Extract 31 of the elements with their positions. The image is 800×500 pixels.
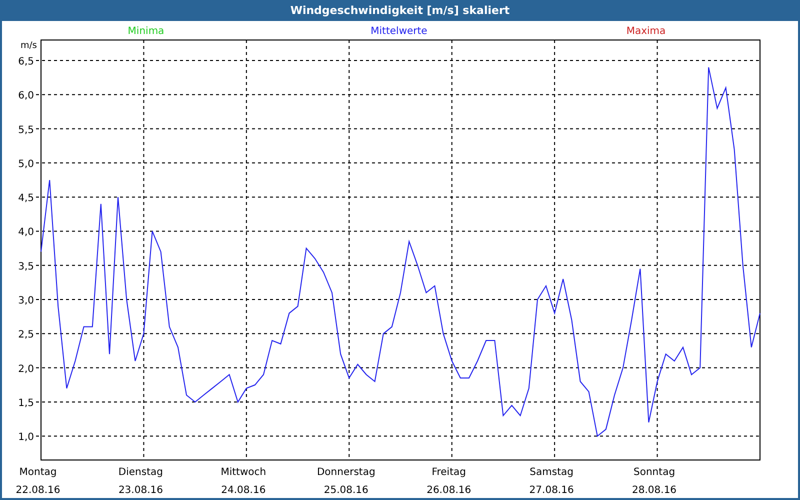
y-tick-label: 6,5 (18, 56, 34, 68)
day-label: Dienstag (118, 467, 163, 478)
day-label: Freitag (432, 467, 466, 478)
legend-label: Minima (128, 26, 164, 37)
date-label: 22.08.16 (16, 485, 60, 496)
date-label: 27.08.16 (529, 485, 574, 496)
legend-label: Mittelwerte (370, 26, 428, 37)
y-tick-label: 3,0 (18, 296, 34, 306)
window-title: Windgeschwindigkeit [m/s] skaliert (289, 3, 511, 20)
y-tick-label: 4,0 (18, 227, 34, 238)
y-tick-label: 4,5 (18, 193, 34, 204)
y-tick-label: 2,5 (18, 330, 34, 341)
day-label: Mittwoch (220, 467, 266, 478)
y-axis-unit: m/s (20, 41, 37, 51)
day-label: Donnerstag (316, 467, 376, 478)
date-label: 23.08.16 (118, 485, 163, 496)
date-label: 28.08.16 (632, 485, 677, 496)
y-tick-label: 6,0 (18, 90, 34, 102)
day-label: Sonntag (634, 467, 676, 478)
y-tick-label: 1,0 (18, 432, 34, 444)
day-label: Samstag (530, 467, 574, 478)
y-tick-label: 5,0 (18, 158, 34, 170)
y-tick-label: 1,5 (18, 398, 34, 409)
y-tick-label: 2,0 (18, 364, 34, 375)
y-tick-label: 3,5 (18, 261, 34, 272)
y-tick-label: 5,5 (18, 124, 34, 136)
date-label: 24.08.16 (221, 485, 266, 496)
legend-label: Maxima (626, 26, 666, 37)
day-label: Montag (19, 467, 57, 478)
date-label: 25.08.16 (324, 485, 368, 496)
date-label: 26.08.16 (426, 485, 472, 496)
